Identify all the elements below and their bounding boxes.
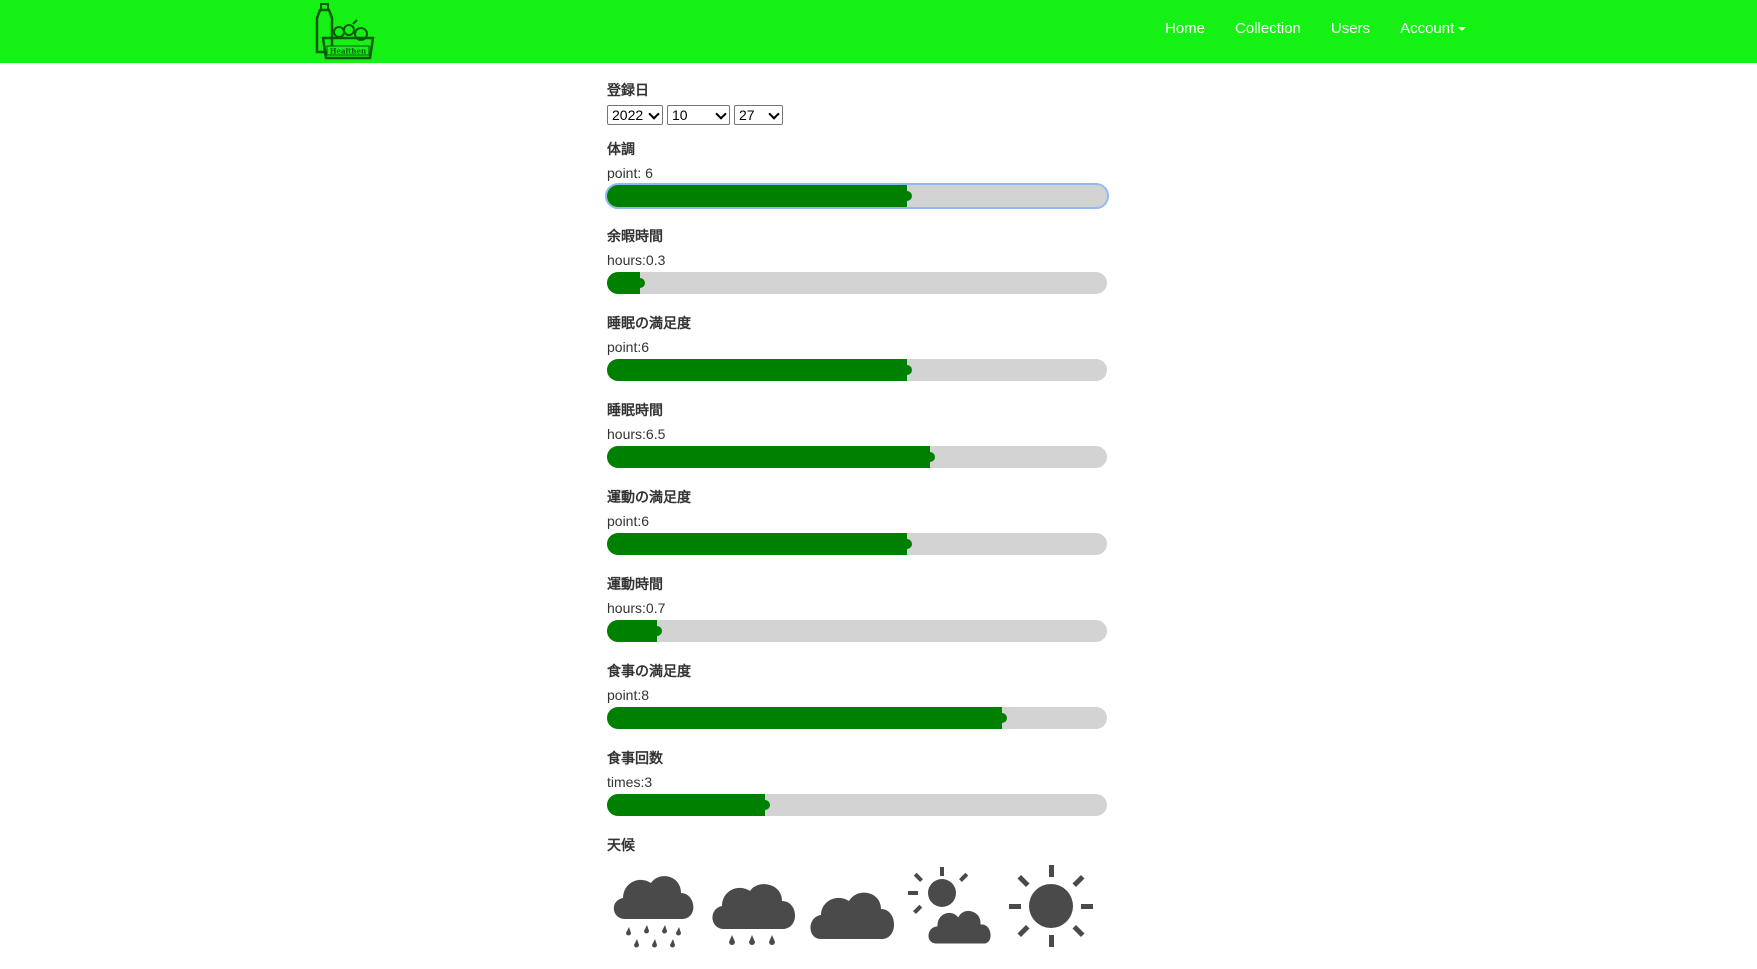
nav-home-link[interactable]: Home (1150, 20, 1220, 37)
slider-value-text: point:6 (607, 339, 650, 355)
rain-light-icon[interactable] (706, 861, 799, 951)
slider-field-exercise-satisfaction: 運動の満足度 point:6 (607, 487, 1107, 555)
nav-collection-link[interactable]: Collection (1220, 20, 1316, 37)
day-value: 27 (739, 107, 755, 123)
slider-value-text: point:6 (607, 513, 650, 529)
slider-list: 体調 point: 6 余暇時間 hours:0.3 睡眠の満足度 point:6 睡眠時間… (605, 139, 1109, 816)
health-entry-form: 登録日 2022 10 27 体調 point: 6 余暇時間 hours:0.3 睡眠… (605, 80, 1109, 951)
slider-fill (607, 446, 930, 468)
account-dropdown[interactable]: Account (1385, 20, 1481, 37)
slider-thumb[interactable] (902, 191, 912, 201)
slider-fill (607, 794, 765, 816)
slider-value-text: hours:0.7 (607, 600, 666, 616)
slider-label: 睡眠の満足度 (607, 315, 691, 331)
caret-down-icon (1458, 27, 1467, 32)
range-slider[interactable] (607, 272, 1107, 294)
range-slider[interactable] (607, 533, 1107, 555)
sun-icon[interactable] (1003, 861, 1096, 951)
nav-users-link[interactable]: Users (1316, 20, 1385, 37)
day-select[interactable]: 27 (734, 105, 783, 125)
cloud-icon[interactable] (805, 861, 898, 951)
logo-text: Healthen (330, 47, 366, 56)
slider-fill (607, 185, 907, 207)
slider-value-text: point: 6 (607, 165, 653, 181)
range-slider[interactable] (607, 707, 1107, 729)
account-label: Account (1400, 20, 1455, 37)
chevron-down-icon (768, 108, 780, 120)
slider-fill (607, 620, 657, 642)
slider-label: 運動の満足度 (607, 489, 691, 505)
date-label: 登録日 (607, 82, 649, 98)
slider-field-sleep-satisfaction: 睡眠の満足度 point:6 (607, 313, 1107, 381)
slider-value-text: point:8 (607, 687, 650, 703)
slider-field-leisure-time: 余暇時間 hours:0.3 (607, 226, 1107, 294)
slider-fill (607, 533, 907, 555)
slider-fill (607, 707, 1002, 729)
slider-thumb[interactable] (925, 452, 935, 462)
chevron-down-icon (715, 108, 727, 120)
nav-links: Home Collection Users Account (1150, 0, 1481, 57)
slider-field-meal-satisfaction: 食事の満足度 point:8 (607, 661, 1107, 729)
month-select[interactable]: 10 (667, 105, 730, 125)
slider-label: 睡眠時間 (607, 402, 663, 418)
slider-field-condition: 体調 point: 6 (605, 139, 1109, 209)
slider-thumb[interactable] (635, 278, 645, 288)
chevron-down-icon (648, 108, 660, 120)
navbar: Healthen Home Collection Users Account (0, 0, 1757, 63)
weather-options (607, 861, 1107, 951)
slider-field-meal-count: 食事回数 times:3 (607, 748, 1107, 816)
slider-thumb[interactable] (902, 365, 912, 375)
slider-label: 体調 (607, 141, 635, 157)
slider-fill (607, 359, 907, 381)
month-value: 10 (672, 107, 688, 123)
slider-thumb[interactable] (997, 713, 1007, 723)
slider-field-exercise-time: 運動時間 hours:0.7 (607, 574, 1107, 642)
range-slider[interactable] (605, 183, 1109, 209)
range-slider[interactable] (607, 446, 1107, 468)
slider-value-text: hours:6.5 (607, 426, 666, 442)
slider-thumb[interactable] (652, 626, 662, 636)
brand-logo[interactable]: Healthen (313, 2, 377, 60)
slider-label: 余暇時間 (607, 228, 663, 244)
bottle-basket-logo-icon: Healthen (315, 3, 375, 60)
slider-label: 運動時間 (607, 576, 663, 592)
range-slider[interactable] (607, 620, 1107, 642)
weather-label: 天候 (607, 837, 635, 853)
slider-thumb[interactable] (760, 800, 770, 810)
slider-label: 食事の満足度 (607, 663, 691, 679)
slider-value-text: hours:0.3 (607, 252, 666, 268)
date-selectors: 2022 10 27 (607, 105, 1107, 125)
slider-thumb[interactable] (902, 539, 912, 549)
year-value: 2022 (612, 107, 644, 123)
rain-heavy-icon[interactable] (607, 861, 700, 951)
slider-field-sleep-time: 睡眠時間 hours:6.5 (607, 400, 1107, 468)
range-slider[interactable] (607, 794, 1107, 816)
year-select[interactable]: 2022 (607, 105, 663, 125)
slider-label: 食事回数 (607, 750, 663, 766)
partly-sunny-icon[interactable] (904, 861, 997, 951)
range-slider[interactable] (607, 359, 1107, 381)
slider-value-text: times:3 (607, 774, 653, 790)
